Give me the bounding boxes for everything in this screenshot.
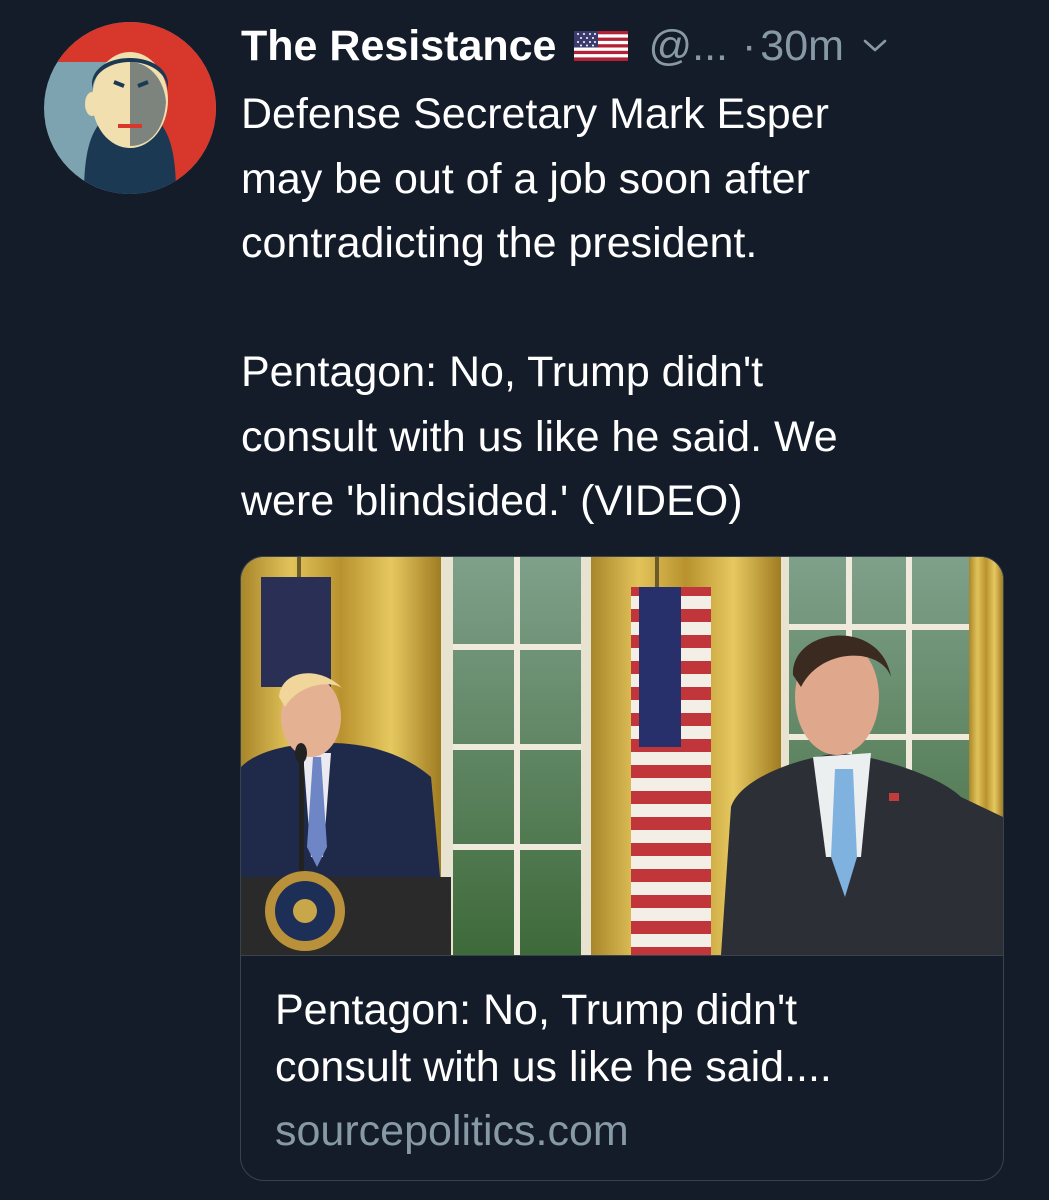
- separator: ·: [741, 21, 757, 70]
- avatar-image: [44, 22, 216, 194]
- card-title[interactable]: Pentagon: No, Trump didn't consult with …: [275, 982, 975, 1096]
- timestamp[interactable]: 30m: [760, 22, 844, 71]
- card-photo: [241, 557, 1003, 955]
- card-divider: [241, 955, 1003, 956]
- tweet-text-line: Defense Secretary Mark Esper: [241, 90, 829, 138]
- avatar[interactable]: [44, 22, 216, 194]
- tweet-text-line: contradicting the president.: [241, 219, 758, 267]
- tweet[interactable]: The Resistance @... · 30m Defense Secret…: [0, 0, 1049, 1200]
- tweet-header: The Resistance @... · 30m: [241, 14, 890, 78]
- tweet-text-line: Pentagon: No, Trump didn't: [241, 348, 764, 396]
- display-name[interactable]: The Resistance: [241, 22, 556, 71]
- user-handle[interactable]: @...: [648, 22, 728, 71]
- card-domain[interactable]: sourcepolitics.com: [275, 1103, 629, 1160]
- tweet-text: Defense Secretary Mark Esper may be out …: [241, 82, 1031, 534]
- us-flag-icon: [574, 31, 629, 61]
- tweet-text-line: may be out of a job soon after: [241, 154, 810, 203]
- card-title-line: consult with us like he said....: [275, 1043, 832, 1091]
- tweet-text-line: were 'blindsided.' (VIDEO): [241, 477, 743, 525]
- tweet-text-line: consult with us like he said. We: [241, 412, 838, 461]
- chevron-down-icon[interactable]: [860, 36, 890, 56]
- link-card[interactable]: Pentagon: No, Trump didn't consult with …: [240, 556, 1004, 1181]
- card-image[interactable]: [241, 557, 1003, 955]
- card-title-line: Pentagon: No, Trump didn't: [275, 986, 798, 1034]
